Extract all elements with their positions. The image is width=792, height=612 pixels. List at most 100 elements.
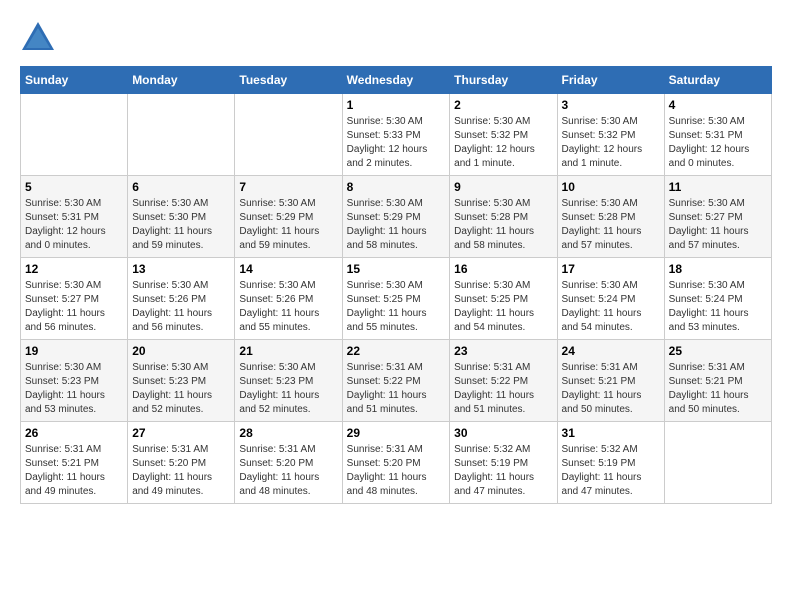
calendar-cell: 14 Sunrise: 5:30 AM Sunset: 5:26 PM Dayli… — [235, 258, 342, 340]
calendar-week-3: 12 Sunrise: 5:30 AM Sunset: 5:27 PM Dayli… — [21, 258, 772, 340]
calendar-week-1: 1Sunrise: 5:30 AM Sunset: 5:33 PM Daylig… — [21, 94, 772, 176]
calendar-cell — [21, 94, 128, 176]
day-info: Sunrise: 5:30 AM Sunset: 5:27 PM Dayligh… — [25, 279, 123, 335]
day-number: 23 — [454, 344, 552, 358]
day-number: 15 — [347, 262, 446, 276]
calendar-cell: 25 Sunrise: 5:31 AM Sunset: 5:21 PM Dayli… — [664, 340, 771, 422]
day-number: 14 — [239, 262, 337, 276]
day-number: 2 — [454, 98, 552, 112]
calendar-cell: 26Sunrise: 5:31 AM Sunset: 5:21 PM Dayli… — [21, 422, 128, 504]
day-info: Sunrise: 5:30 AM Sunset: 5:31 PM Dayligh… — [669, 115, 767, 171]
day-info: Sunrise: 5:30 AM Sunset: 5:23 PM Dayligh… — [132, 361, 230, 417]
day-info: Sunrise: 5:32 AM Sunset: 5:19 PM Dayligh… — [454, 443, 552, 499]
column-header-thursday: Thursday — [450, 67, 557, 94]
day-number: 31 — [562, 426, 660, 440]
day-info: Sunrise: 5:30 AM Sunset: 5:32 PM Dayligh… — [562, 115, 660, 171]
day-info: Sunrise: 5:30 AM Sunset: 5:25 PM Dayligh… — [347, 279, 446, 335]
calendar-cell: 30 Sunrise: 5:32 AM Sunset: 5:19 PM Dayli… — [450, 422, 557, 504]
day-number: 27 — [132, 426, 230, 440]
calendar-cell: 1Sunrise: 5:30 AM Sunset: 5:33 PM Daylig… — [342, 94, 450, 176]
calendar-cell: 13 Sunrise: 5:30 AM Sunset: 5:26 PM Dayli… — [128, 258, 235, 340]
day-info: Sunrise: 5:30 AM Sunset: 5:25 PM Dayligh… — [454, 279, 552, 335]
calendar-cell: 9 Sunrise: 5:30 AM Sunset: 5:28 PM Daylig… — [450, 176, 557, 258]
calendar-cell: 8 Sunrise: 5:30 AM Sunset: 5:29 PM Daylig… — [342, 176, 450, 258]
day-number: 8 — [347, 180, 446, 194]
calendar-cell: 4 Sunrise: 5:30 AM Sunset: 5:31 PM Daylig… — [664, 94, 771, 176]
calendar-cell: 5 Sunrise: 5:30 AM Sunset: 5:31 PM Daylig… — [21, 176, 128, 258]
calendar-cell: 12 Sunrise: 5:30 AM Sunset: 5:27 PM Dayli… — [21, 258, 128, 340]
day-number: 22 — [347, 344, 446, 358]
day-info: Sunrise: 5:30 AM Sunset: 5:30 PM Dayligh… — [132, 197, 230, 253]
day-number: 10 — [562, 180, 660, 194]
day-number: 29 — [347, 426, 446, 440]
day-info: Sunrise: 5:30 AM Sunset: 5:28 PM Dayligh… — [562, 197, 660, 253]
day-info: Sunrise: 5:30 AM Sunset: 5:28 PM Dayligh… — [454, 197, 552, 253]
calendar-cell: 24 Sunrise: 5:31 AM Sunset: 5:21 PM Dayli… — [557, 340, 664, 422]
calendar-header-row: SundayMondayTuesdayWednesdayThursdayFrid… — [21, 67, 772, 94]
calendar-cell: 31 Sunrise: 5:32 AM Sunset: 5:19 PM Dayli… — [557, 422, 664, 504]
day-info: Sunrise: 5:30 AM Sunset: 5:31 PM Dayligh… — [25, 197, 123, 253]
calendar-cell: 19Sunrise: 5:30 AM Sunset: 5:23 PM Dayli… — [21, 340, 128, 422]
day-number: 20 — [132, 344, 230, 358]
day-info: Sunrise: 5:31 AM Sunset: 5:21 PM Dayligh… — [562, 361, 660, 417]
day-number: 5 — [25, 180, 123, 194]
calendar-week-4: 19Sunrise: 5:30 AM Sunset: 5:23 PM Dayli… — [21, 340, 772, 422]
day-info: Sunrise: 5:30 AM Sunset: 5:26 PM Dayligh… — [239, 279, 337, 335]
calendar-cell: 21 Sunrise: 5:30 AM Sunset: 5:23 PM Dayli… — [235, 340, 342, 422]
day-info: Sunrise: 5:30 AM Sunset: 5:32 PM Dayligh… — [454, 115, 552, 171]
day-number: 26 — [25, 426, 123, 440]
calendar-cell: 17Sunrise: 5:30 AM Sunset: 5:24 PM Dayli… — [557, 258, 664, 340]
logo-icon — [20, 20, 56, 56]
day-number: 6 — [132, 180, 230, 194]
column-header-sunday: Sunday — [21, 67, 128, 94]
calendar-cell: 27 Sunrise: 5:31 AM Sunset: 5:20 PM Dayli… — [128, 422, 235, 504]
day-info: Sunrise: 5:31 AM Sunset: 5:21 PM Dayligh… — [669, 361, 767, 417]
calendar-week-2: 5 Sunrise: 5:30 AM Sunset: 5:31 PM Daylig… — [21, 176, 772, 258]
day-info: Sunrise: 5:30 AM Sunset: 5:24 PM Dayligh… — [562, 279, 660, 335]
day-number: 30 — [454, 426, 552, 440]
day-info: Sunrise: 5:30 AM Sunset: 5:29 PM Dayligh… — [239, 197, 337, 253]
column-header-monday: Monday — [128, 67, 235, 94]
day-number: 9 — [454, 180, 552, 194]
day-info: Sunrise: 5:31 AM Sunset: 5:20 PM Dayligh… — [239, 443, 337, 499]
day-info: Sunrise: 5:30 AM Sunset: 5:26 PM Dayligh… — [132, 279, 230, 335]
logo — [20, 20, 62, 56]
calendar-cell: 16 Sunrise: 5:30 AM Sunset: 5:25 PM Dayli… — [450, 258, 557, 340]
day-number: 18 — [669, 262, 767, 276]
calendar-cell — [235, 94, 342, 176]
column-header-wednesday: Wednesday — [342, 67, 450, 94]
day-number: 24 — [562, 344, 660, 358]
day-number: 21 — [239, 344, 337, 358]
day-info: Sunrise: 5:31 AM Sunset: 5:20 PM Dayligh… — [132, 443, 230, 499]
day-info: Sunrise: 5:30 AM Sunset: 5:33 PM Dayligh… — [347, 115, 446, 171]
day-info: Sunrise: 5:30 AM Sunset: 5:29 PM Dayligh… — [347, 197, 446, 253]
calendar-week-5: 26Sunrise: 5:31 AM Sunset: 5:21 PM Dayli… — [21, 422, 772, 504]
day-number: 11 — [669, 180, 767, 194]
calendar-cell — [664, 422, 771, 504]
day-info: Sunrise: 5:30 AM Sunset: 5:24 PM Dayligh… — [669, 279, 767, 335]
calendar-cell: 11Sunrise: 5:30 AM Sunset: 5:27 PM Dayli… — [664, 176, 771, 258]
calendar-table: SundayMondayTuesdayWednesdayThursdayFrid… — [20, 66, 772, 504]
calendar-cell: 2 Sunrise: 5:30 AM Sunset: 5:32 PM Daylig… — [450, 94, 557, 176]
day-number: 13 — [132, 262, 230, 276]
day-info: Sunrise: 5:31 AM Sunset: 5:22 PM Dayligh… — [347, 361, 446, 417]
day-info: Sunrise: 5:32 AM Sunset: 5:19 PM Dayligh… — [562, 443, 660, 499]
day-number: 16 — [454, 262, 552, 276]
column-header-saturday: Saturday — [664, 67, 771, 94]
calendar-cell: 10 Sunrise: 5:30 AM Sunset: 5:28 PM Dayli… — [557, 176, 664, 258]
calendar-cell: 23Sunrise: 5:31 AM Sunset: 5:22 PM Dayli… — [450, 340, 557, 422]
day-number: 3 — [562, 98, 660, 112]
day-number: 4 — [669, 98, 767, 112]
calendar-cell: 22 Sunrise: 5:31 AM Sunset: 5:22 PM Dayli… — [342, 340, 450, 422]
day-number: 12 — [25, 262, 123, 276]
calendar-cell: 6 Sunrise: 5:30 AM Sunset: 5:30 PM Daylig… — [128, 176, 235, 258]
calendar-cell: 7 Sunrise: 5:30 AM Sunset: 5:29 PM Daylig… — [235, 176, 342, 258]
day-number: 7 — [239, 180, 337, 194]
day-info: Sunrise: 5:30 AM Sunset: 5:23 PM Dayligh… — [239, 361, 337, 417]
day-info: Sunrise: 5:31 AM Sunset: 5:20 PM Dayligh… — [347, 443, 446, 499]
calendar-cell: 18 Sunrise: 5:30 AM Sunset: 5:24 PM Dayli… — [664, 258, 771, 340]
calendar-cell: 28 Sunrise: 5:31 AM Sunset: 5:20 PM Dayli… — [235, 422, 342, 504]
calendar-cell — [128, 94, 235, 176]
day-number: 25 — [669, 344, 767, 358]
day-number: 28 — [239, 426, 337, 440]
